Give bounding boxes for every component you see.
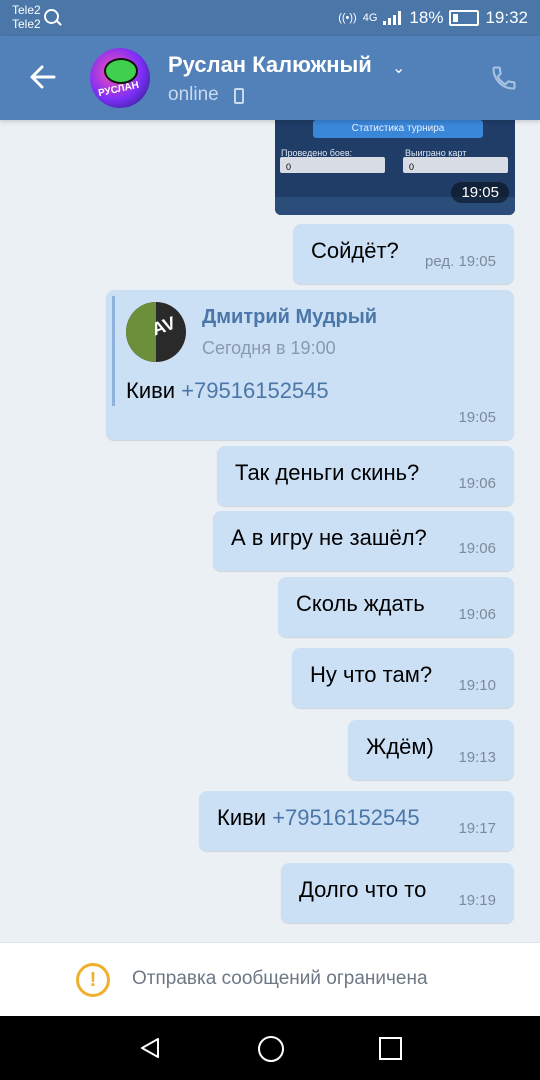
- message-time: 19:05: [451, 182, 509, 203]
- forward-date: Сегодня в 19:00: [202, 338, 336, 358]
- carrier-2: Tele2: [12, 17, 41, 31]
- message-bubble[interactable]: Киви +79516152545 19:17: [199, 791, 514, 851]
- message-time: 19:10: [458, 677, 496, 694]
- message-time: 19:05: [458, 409, 496, 426]
- message-time: 19:06: [458, 475, 496, 492]
- message-text: Ну что там?: [310, 662, 433, 687]
- phone-call-icon[interactable]: [490, 64, 518, 92]
- nav-back-icon[interactable]: [138, 1036, 162, 1060]
- message-time: 19:06: [458, 606, 496, 623]
- message-prefix: Киви: [217, 805, 273, 830]
- message-text: А в игру не зашёл?: [231, 525, 427, 550]
- messaging-restricted-bar: ! Отправка сообщений ограничена: [0, 942, 540, 1017]
- message-bubble[interactable]: Долго что то 19:19: [281, 863, 514, 923]
- back-arrow-icon[interactable]: [26, 60, 60, 94]
- signal-icon: [383, 11, 403, 25]
- attachment-value-right: 0: [409, 162, 415, 172]
- message-text: Ждём): [366, 734, 434, 759]
- message-bubble[interactable]: Так деньги скинь? 19:06: [217, 446, 514, 506]
- message-bubble[interactable]: Сойдёт? ред. 19:05: [293, 224, 514, 284]
- message-time: ред. 19:05: [425, 253, 496, 270]
- status-icons: ((•)) 4G 18% 19:32: [338, 8, 528, 28]
- message-time: 19:19: [458, 892, 496, 909]
- nav-home-icon[interactable]: [258, 1036, 284, 1062]
- chevron-down-icon[interactable]: ⌄: [392, 58, 405, 78]
- navigation-bar: [0, 1016, 540, 1080]
- forward-author-name[interactable]: Дмитрий Мудрый: [202, 306, 377, 329]
- network-type: 4G: [362, 12, 378, 24]
- phone-link[interactable]: +79516152545: [272, 805, 419, 830]
- status-bar: Tele2 Tele2 ((•)) 4G 18% 19:32: [0, 0, 540, 36]
- restriction-text: Отправка сообщений ограничена: [132, 968, 428, 989]
- message-text: Сколь ждать: [296, 591, 425, 616]
- attachment-box-left: 0: [280, 157, 385, 173]
- message-text: Долго что то: [299, 877, 427, 902]
- message-bubble[interactable]: Сколь ждать 19:06: [278, 577, 514, 637]
- nav-recents-icon[interactable]: [379, 1037, 402, 1060]
- message-list[interactable]: Статистика турнира Проведено боев: Выигр…: [0, 120, 540, 942]
- message-time: 19:17: [458, 820, 496, 837]
- warning-icon: !: [76, 963, 110, 997]
- search-icon: [44, 9, 59, 24]
- battery-icon: [449, 10, 480, 26]
- message-text: Киви +79516152545: [126, 378, 329, 404]
- message-time: 19:06: [458, 540, 496, 557]
- avatar-background: [126, 302, 156, 362]
- message-text: Сойдёт?: [311, 238, 399, 263]
- message-bubble[interactable]: Ну что там? 19:10: [292, 648, 514, 708]
- attachment-banner: Статистика турнира: [313, 120, 483, 138]
- message-prefix: Киви: [126, 378, 182, 403]
- attachment-value-left: 0: [286, 162, 292, 172]
- chat-header: РУСЛАН Руслан Калюжный ⌄ online: [0, 36, 540, 120]
- clock: 19:32: [485, 8, 528, 27]
- contact-avatar[interactable]: РУСЛАН: [90, 48, 150, 108]
- hotspot-icon: ((•)): [338, 12, 357, 24]
- image-attachment[interactable]: Статистика турнира Проведено боев: Выигр…: [275, 120, 515, 215]
- online-status: online: [168, 84, 219, 105]
- carrier-labels: Tele2 Tele2: [12, 3, 41, 31]
- message-time: 19:13: [458, 749, 496, 766]
- mobile-device-icon: [234, 88, 244, 104]
- forward-bar: [112, 296, 115, 406]
- message-bubble[interactable]: Ждём) 19:13: [348, 720, 514, 780]
- forward-author-avatar[interactable]: AV: [126, 302, 186, 362]
- forwarded-message[interactable]: AV Дмитрий Мудрый Сегодня в 19:00 Киви +…: [106, 290, 514, 440]
- avatar-caption: РУСЛАН: [97, 79, 140, 100]
- attachment-box-right: 0: [403, 157, 508, 173]
- message-text: Киви +79516152545: [217, 805, 420, 831]
- message-text: Так деньги скинь?: [235, 460, 420, 485]
- carrier-1: Tele2: [12, 3, 41, 17]
- contact-name[interactable]: Руслан Калюжный: [168, 52, 372, 78]
- message-bubble[interactable]: А в игру не зашёл? 19:06: [213, 511, 514, 571]
- battery-percent: 18%: [409, 8, 444, 27]
- phone-link[interactable]: +79516152545: [181, 378, 328, 403]
